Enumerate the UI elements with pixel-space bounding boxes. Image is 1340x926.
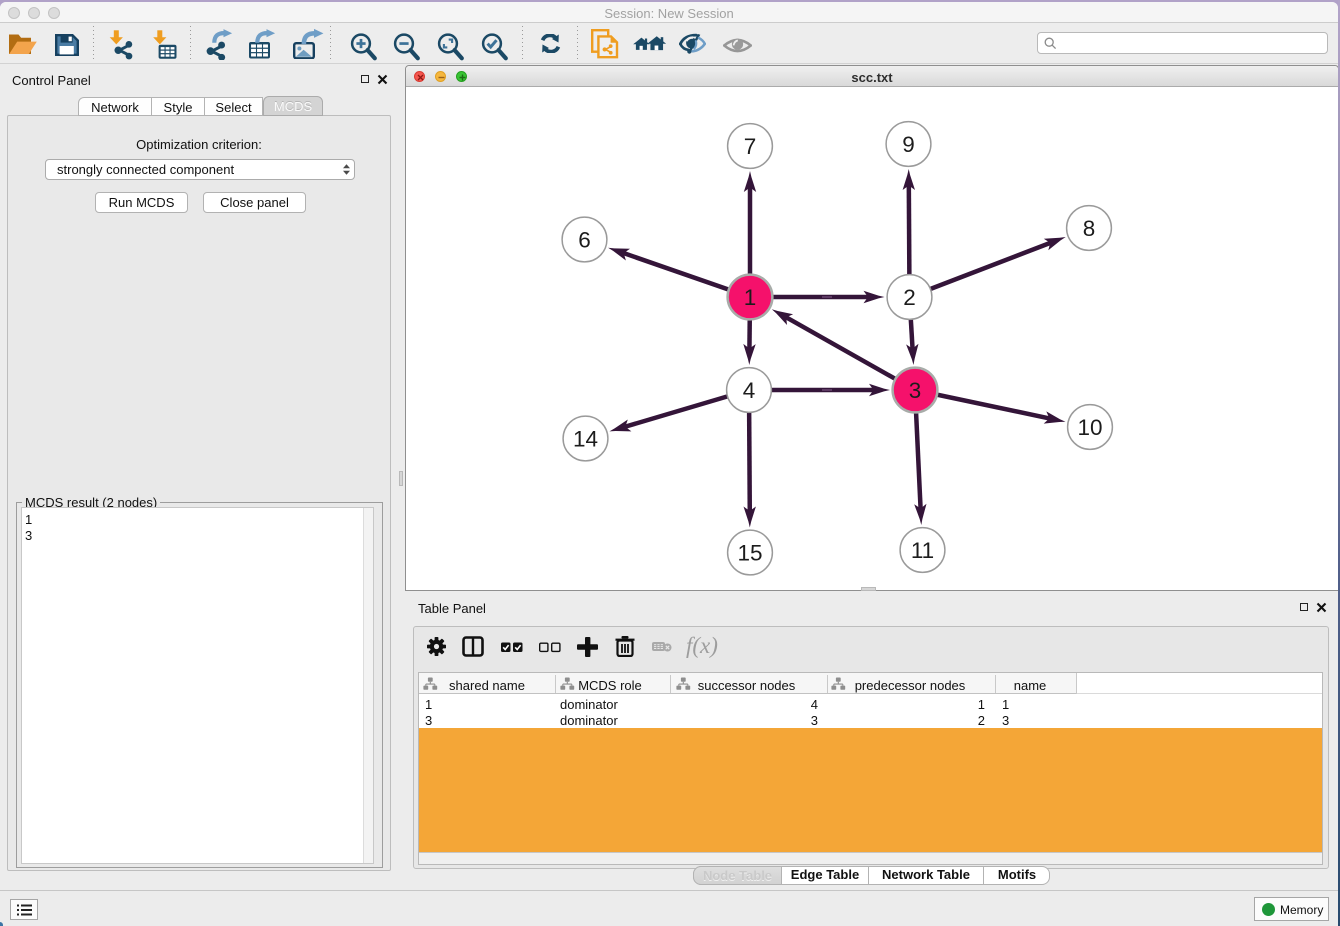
svg-text:7: 7 [744,134,757,159]
svg-text:2: 2 [903,285,916,310]
svg-text:15: 15 [737,541,762,566]
svg-text:11: 11 [911,538,934,563]
svg-text:9: 9 [902,132,915,157]
svg-text:14: 14 [573,427,598,452]
svg-text:10: 10 [1077,415,1102,440]
svg-text:6: 6 [578,228,591,253]
svg-text:4: 4 [743,378,756,403]
svg-text:3: 3 [909,378,922,403]
svg-text:1: 1 [744,285,757,310]
svg-text:8: 8 [1083,216,1096,241]
